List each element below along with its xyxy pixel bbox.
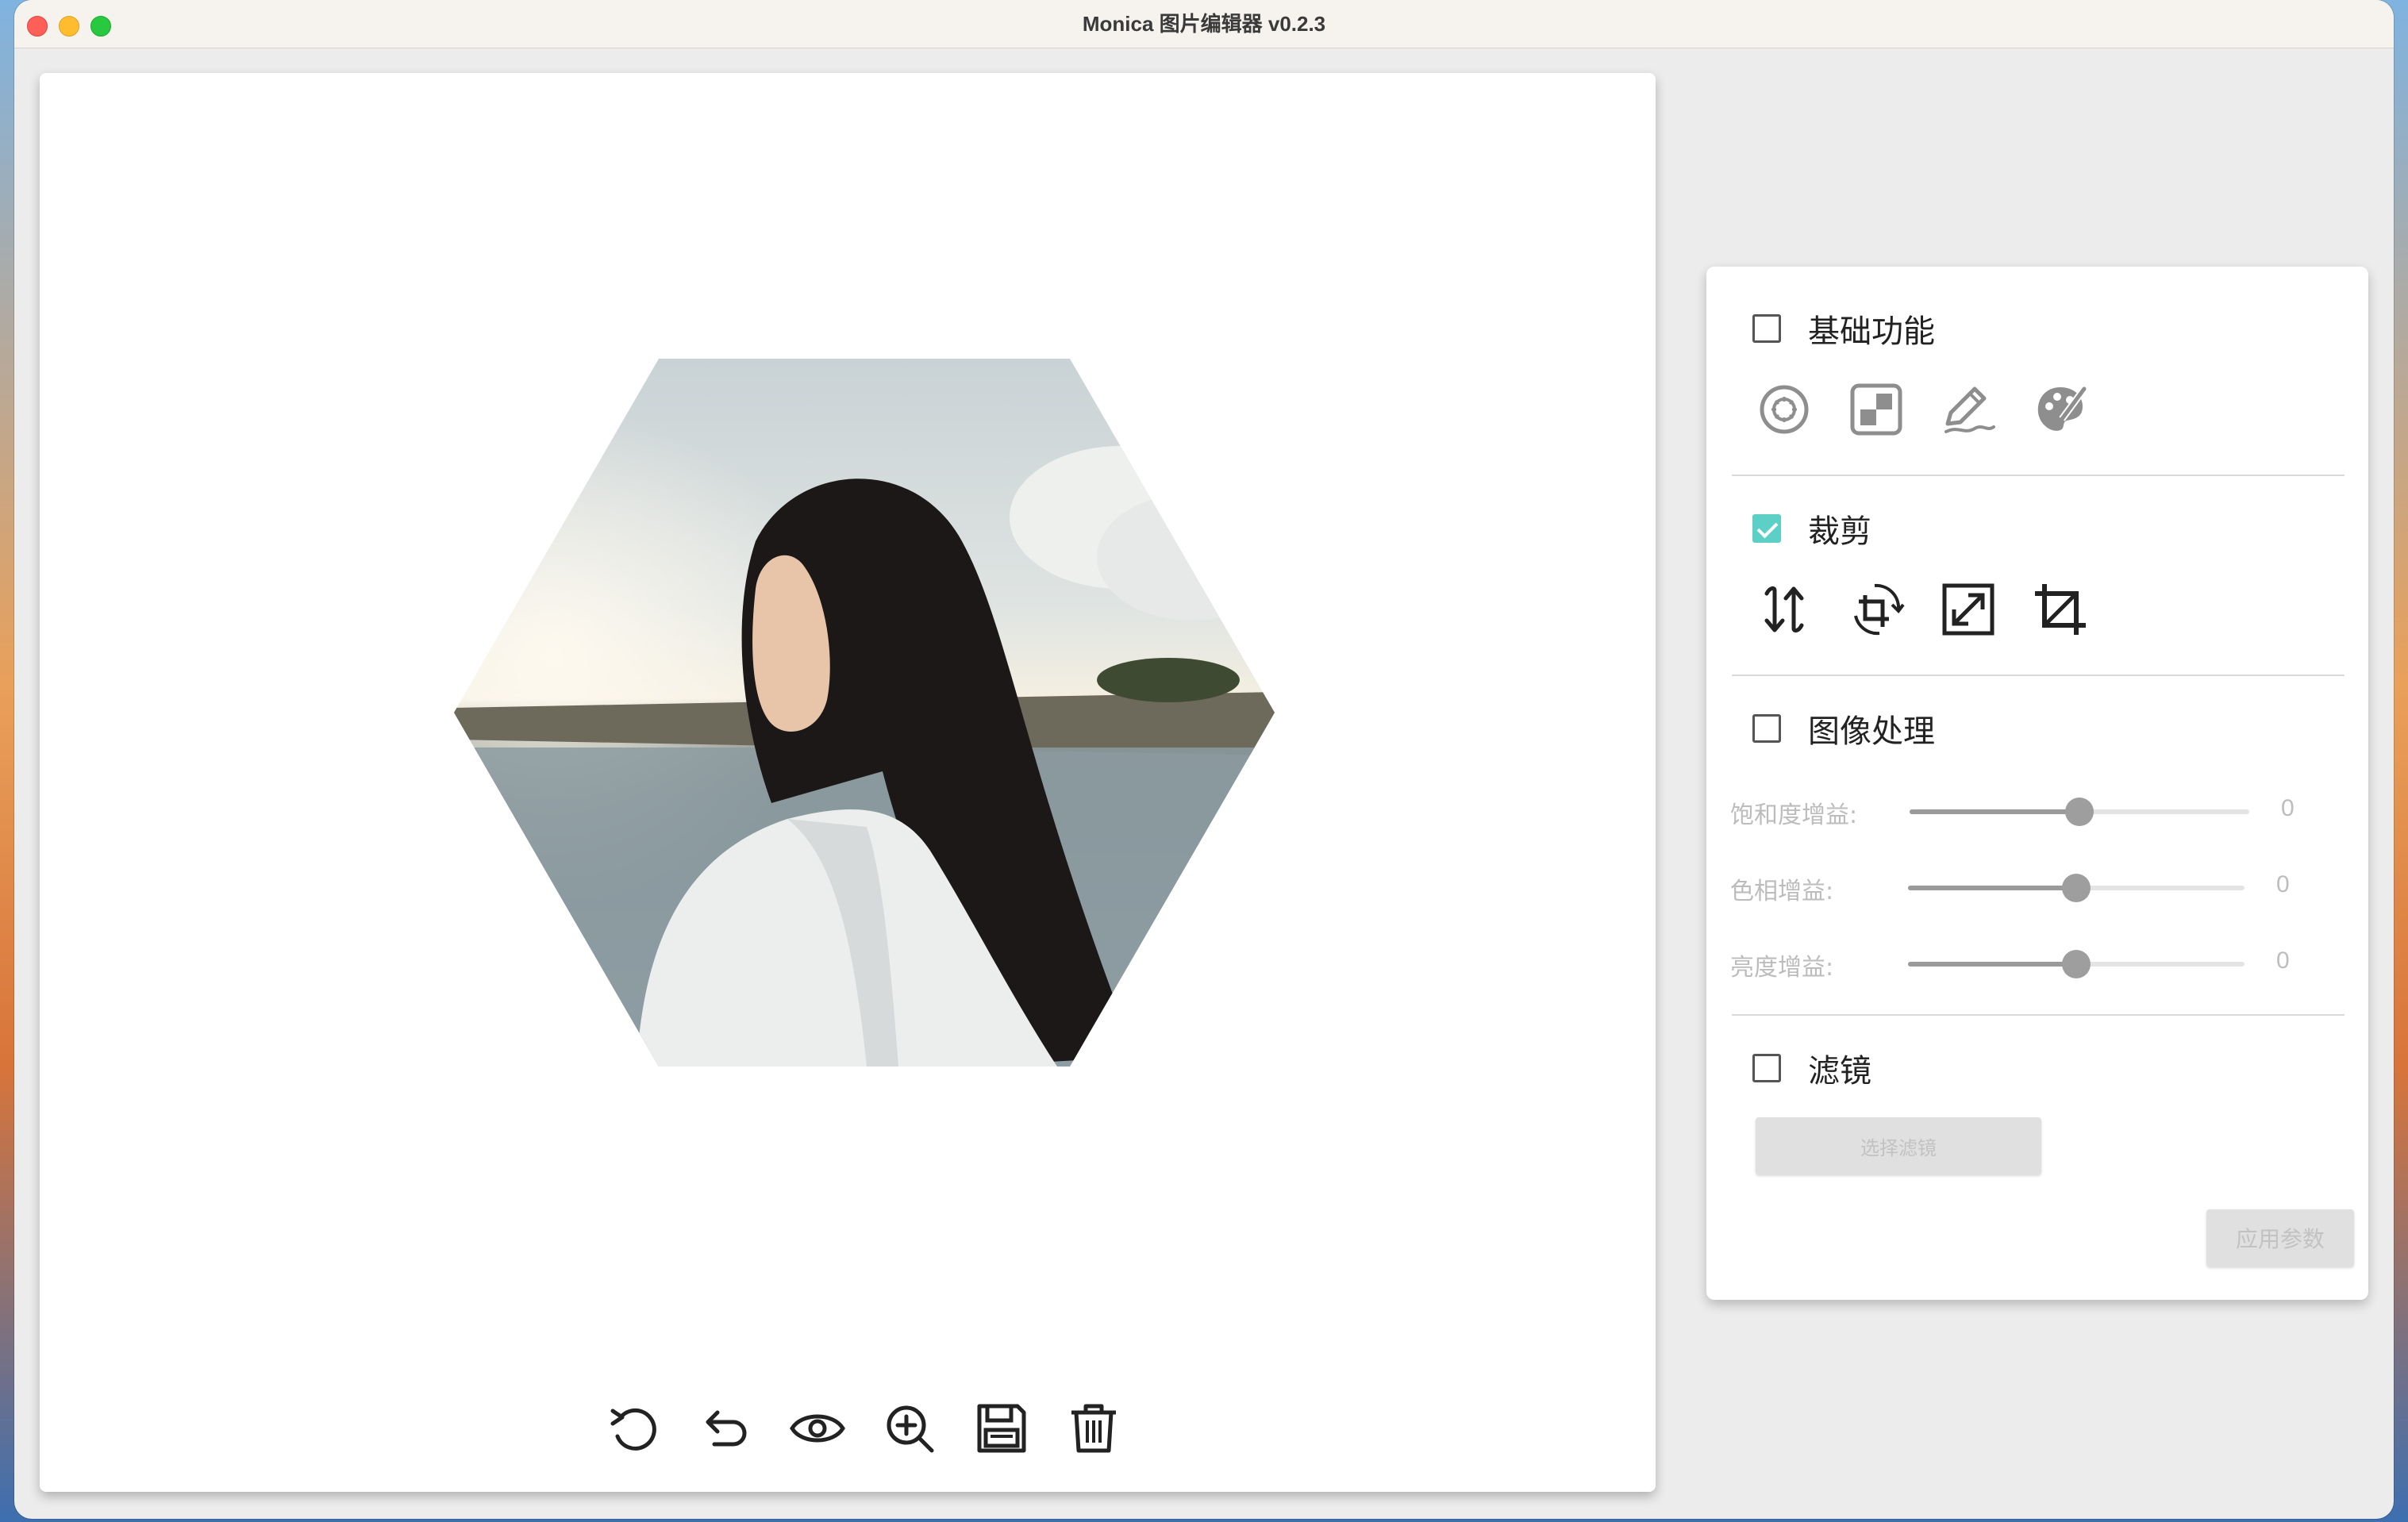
canvas-toolbar (602, 1398, 1116, 1462)
hue-slider-row: 色相增益: 0 (1730, 867, 2341, 906)
image-processing-checkbox[interactable] (1752, 714, 1781, 743)
image-canvas (40, 73, 1656, 1492)
draw-button[interactable] (1937, 378, 2000, 441)
crop-checkbox[interactable] (1752, 514, 1781, 543)
basic-section-header: 基础功能 (1752, 309, 1935, 350)
brightness-slider-thumb[interactable] (2062, 950, 2091, 978)
basic-label: 基础功能 (1808, 313, 1935, 350)
rotate-crop-button[interactable] (1844, 578, 1908, 641)
saturation-value: 0 (2281, 795, 2295, 821)
floppy-disk-icon (977, 1404, 1026, 1453)
undo-arrow-icon (706, 1410, 747, 1447)
image-processing-label: 图像处理 (1808, 713, 1935, 750)
flip-icon (1764, 586, 1804, 633)
preview-button[interactable] (787, 1398, 848, 1459)
crop-button[interactable] (2029, 578, 2092, 641)
divider (1732, 475, 2345, 476)
saturation-slider[interactable] (1910, 798, 2249, 826)
basic-icon-row (1752, 378, 2118, 441)
palette-button[interactable] (2029, 378, 2092, 441)
basic-checkbox[interactable] (1752, 314, 1781, 343)
mosaic-button[interactable] (1844, 378, 1908, 441)
save-button[interactable] (971, 1398, 1032, 1459)
hexagon-photo[interactable] (454, 359, 1275, 1067)
hue-slider[interactable] (1908, 874, 2245, 902)
crop-section-header: 裁剪 (1752, 509, 1871, 550)
saturation-slider-row: 饱和度增益: 0 (1730, 790, 2341, 830)
app-window: Monica 图片编辑器 v0.2.3 基础功能 裁剪 图像处理 饱和度增益: … (14, 0, 2394, 1519)
brightness-slider-fill (1908, 962, 2076, 967)
title-bar: Monica 图片编辑器 v0.2.3 (14, 0, 2394, 48)
undo-button[interactable] (695, 1398, 756, 1459)
brightness-slider[interactable] (1908, 950, 2245, 978)
brightness-slider-row: 亮度增益: 0 (1730, 943, 2341, 982)
pen-draw-icon (1944, 386, 1995, 433)
zoom-in-icon (887, 1405, 934, 1453)
saturation-slider-fill (1910, 809, 2079, 814)
settings-panel: 基础功能 裁剪 图像处理 饱和度增益: 0 色相增益: 0 亮度增益: 0 滤镜… (1706, 267, 2368, 1300)
select-filter-button[interactable]: 选择滤镜 (1756, 1117, 2041, 1174)
palette-icon (2037, 386, 2087, 431)
rotate-ccw-icon (610, 1408, 656, 1451)
filter-label: 滤镜 (1808, 1053, 1871, 1090)
crop-icon (2035, 584, 2086, 635)
hue-slider-thumb[interactable] (2062, 874, 2091, 902)
delete-button[interactable] (1064, 1398, 1124, 1459)
apply-params-button[interactable]: 应用参数 (2206, 1209, 2354, 1266)
brightness-value: 0 (2276, 947, 2290, 974)
hue-slider-fill (1908, 886, 2076, 890)
crop-icon-row (1752, 578, 2118, 641)
hue-label: 色相增益: (1730, 878, 1834, 905)
rotate-crop-icon (1854, 583, 1905, 636)
saturation-slider-thumb[interactable] (2065, 798, 2094, 826)
color-picker-button[interactable] (1752, 378, 1816, 441)
crop-label: 裁剪 (1808, 513, 1871, 550)
eye-icon (790, 1414, 845, 1443)
trash-icon (1071, 1404, 1116, 1453)
resize-icon (1942, 583, 1994, 636)
brightness-label: 亮度增益: (1730, 954, 1834, 982)
filter-checkbox[interactable] (1752, 1054, 1781, 1082)
rotate-reset-button[interactable] (602, 1398, 662, 1459)
zoom-in-button[interactable] (879, 1398, 940, 1459)
filter-section-header: 滤镜 (1752, 1049, 1871, 1090)
image-processing-section-header: 图像处理 (1752, 709, 1935, 750)
mosaic-icon (1850, 383, 1902, 436)
saturation-label: 饱和度增益: (1730, 801, 1858, 829)
window-title: Monica 图片编辑器 v0.2.3 (1082, 12, 1326, 36)
divider (1732, 675, 2345, 676)
flip-button[interactable] (1752, 578, 1816, 641)
color-picker-icon (1760, 385, 1809, 434)
hue-value: 0 (2276, 871, 2290, 897)
resize-button[interactable] (1937, 578, 2000, 641)
divider (1732, 1014, 2345, 1016)
